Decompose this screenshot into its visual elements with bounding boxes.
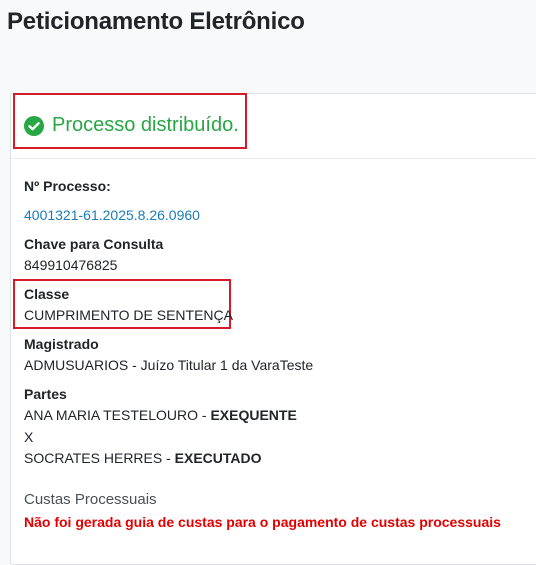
classe-label: Classe — [24, 286, 70, 302]
magistrado-value: ADMUSUARIOS - Juízo Titular 1 da VaraTes… — [24, 357, 314, 373]
custas-label: Custas Processuais — [24, 491, 157, 508]
parte-name: SOCRATES HERRES - — [24, 450, 175, 466]
partes-label: Partes — [24, 386, 67, 402]
check-circle-icon — [24, 115, 44, 136]
custas-message: Não foi gerada guia de custas para o pag… — [24, 514, 501, 530]
status-text: Processo distribuído. — [52, 114, 239, 136]
card-header: Processo distribuído. — [11, 93, 536, 159]
parte-exequente: ANA MARIA TESTELOURO - EXEQUENTE — [24, 407, 297, 423]
parte-executado: SOCRATES HERRES - EXECUTADO — [24, 450, 262, 466]
processo-label: Nº Processo: — [24, 178, 111, 194]
parte-role: EXEQUENTE — [210, 407, 297, 423]
partes-separator: X — [24, 429, 34, 445]
chave-label: Chave para Consulta — [24, 236, 164, 252]
result-card: Processo distribuído. Nº Processo: 40013… — [10, 93, 536, 565]
chave-value: 849910476825 — [24, 257, 118, 273]
status-line: Processo distribuído. — [24, 114, 239, 137]
processo-number-link[interactable]: 4001321-61.2025.8.26.0960 — [24, 207, 200, 223]
parte-name: ANA MARIA TESTELOURO - — [24, 407, 211, 423]
classe-value: CUMPRIMENTO DE SENTENÇA — [24, 307, 233, 323]
magistrado-label: Magistrado — [24, 336, 99, 352]
page-title: Peticionamento Eletrônico — [7, 8, 305, 35]
parte-role: EXECUTADO — [174, 450, 262, 466]
